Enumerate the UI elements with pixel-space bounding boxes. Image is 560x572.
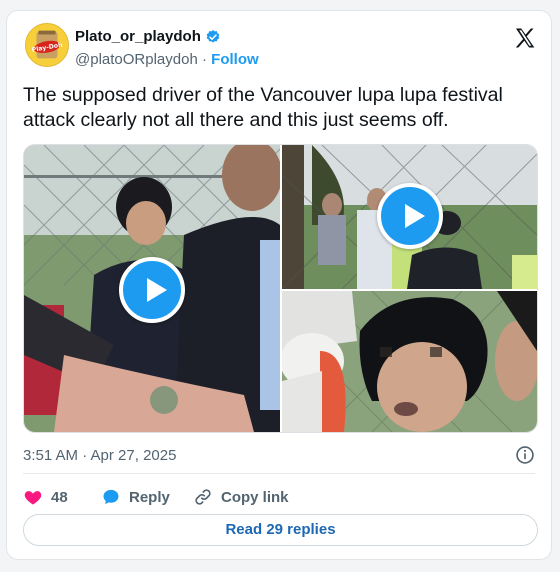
author-handle[interactable]: @platoORplaydoh bbox=[75, 51, 198, 68]
play-button[interactable] bbox=[119, 257, 185, 323]
handle-separator: · bbox=[201, 51, 207, 68]
link-icon bbox=[195, 489, 211, 505]
tweet-card: Play-Doh Plato_or_playdoh @platoORplaydo… bbox=[6, 10, 552, 560]
playdoh-logo-icon: Play-Doh bbox=[26, 24, 68, 66]
avatar[interactable]: Play-Doh bbox=[25, 23, 69, 67]
info-icon[interactable] bbox=[515, 445, 535, 465]
tweet-timestamp[interactable]: 3:51 AM · Apr 27, 2025 bbox=[23, 447, 176, 464]
video-frame-image bbox=[282, 291, 537, 432]
video-thumbnail-3[interactable] bbox=[282, 291, 537, 432]
reply-button[interactable]: Reply bbox=[101, 487, 170, 507]
author-name[interactable]: Plato_or_playdoh bbox=[75, 28, 201, 45]
handle-row: @platoORplaydoh · Follow bbox=[75, 51, 259, 68]
tweet-text: The supposed driver of the Vancouver lup… bbox=[23, 84, 503, 131]
video-thumbnail-1[interactable] bbox=[24, 145, 280, 432]
heart-icon bbox=[24, 491, 42, 505]
divider bbox=[23, 473, 535, 474]
read-replies-button[interactable]: Read 29 replies bbox=[23, 514, 538, 546]
copy-link-label: Copy link bbox=[221, 488, 289, 506]
reply-bubble-icon bbox=[103, 489, 119, 505]
media-grid bbox=[23, 144, 538, 433]
x-logo-icon[interactable] bbox=[513, 26, 537, 50]
like-count: 48 bbox=[51, 488, 68, 506]
like-button[interactable]: 48 bbox=[23, 487, 68, 507]
play-button[interactable] bbox=[377, 183, 443, 249]
verified-badge-icon bbox=[206, 30, 220, 43]
follow-link[interactable]: Follow bbox=[211, 51, 259, 68]
video-thumbnail-2[interactable] bbox=[282, 145, 537, 289]
reply-label: Reply bbox=[129, 488, 170, 506]
copy-link-button[interactable]: Copy link bbox=[193, 487, 289, 507]
